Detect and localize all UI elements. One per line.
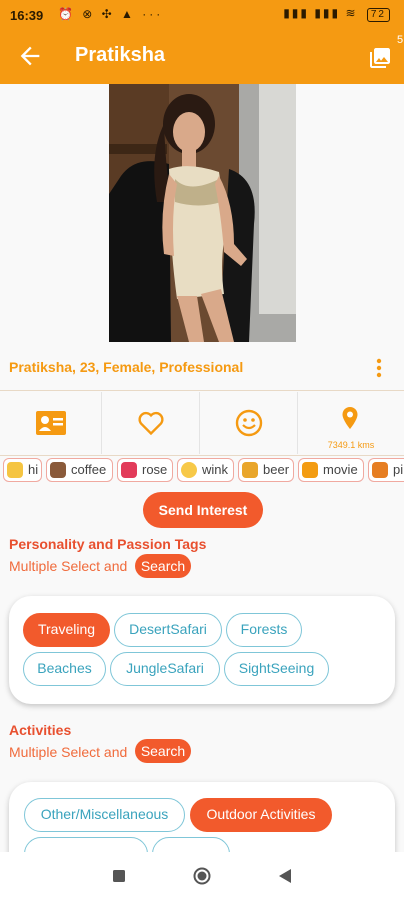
- tag-sightseeing[interactable]: SightSeeing: [224, 652, 329, 686]
- reaction-chip-wink[interactable]: wink: [177, 458, 234, 482]
- send-interest-button[interactable]: Send Interest: [143, 492, 263, 528]
- reaction-chip-label: movie: [323, 462, 358, 477]
- movie-icon: [302, 462, 318, 478]
- tag-desertsafari[interactable]: DesertSafari: [114, 613, 222, 647]
- contact-card-icon: [36, 411, 66, 435]
- reaction-chip-hi[interactable]: hi: [3, 458, 42, 482]
- reaction-chip-pizza[interactable]: pi: [368, 458, 404, 482]
- divider: [0, 390, 404, 391]
- status-bar: 16:39 ⏰ ⊗ ✣ ▲ ··· ▮▮▮ ▮▮▮ ≋ 72: [0, 0, 404, 30]
- profile-photo-image: [109, 84, 296, 342]
- more-options-icon[interactable]: [370, 357, 388, 379]
- recent-apps-icon[interactable]: [113, 870, 125, 882]
- contact-card-button[interactable]: [0, 392, 102, 454]
- beer-icon: [242, 462, 258, 478]
- signal-wifi-icons: ▮▮▮ ▮▮▮ ≋ 72: [283, 6, 390, 22]
- coffee-icon: [50, 462, 66, 478]
- activities-search-button[interactable]: Search: [135, 739, 191, 763]
- activities-section-subtitle: Multiple Select and: [9, 744, 128, 760]
- smile-button[interactable]: [200, 392, 298, 454]
- location-pin-icon: [342, 407, 358, 429]
- waving-hand-icon: [7, 462, 23, 478]
- tag-forests[interactable]: Forests: [226, 613, 302, 647]
- battery-icon: 72: [366, 8, 390, 22]
- profile-name-row: Pratiksha, 23, Female, Professional: [0, 352, 404, 382]
- personality-section-title: Personality and Passion Tags: [9, 536, 207, 552]
- pizza-icon: [372, 462, 388, 478]
- reaction-chip-rose[interactable]: rose: [117, 458, 173, 482]
- photo-library-icon[interactable]: [368, 46, 392, 70]
- tag-junglesafari[interactable]: JungleSafari: [110, 652, 220, 686]
- reaction-chip-label: wink: [202, 462, 229, 477]
- system-nav-bar: [0, 852, 404, 900]
- reaction-chip-label: coffee: [71, 462, 107, 477]
- wink-face-icon: [181, 462, 197, 478]
- tag-beaches[interactable]: Beaches: [23, 652, 106, 686]
- personality-tags-card: Traveling DesertSafari Forests Beaches J…: [9, 596, 395, 704]
- reaction-chip-label: pi: [393, 462, 404, 477]
- profile-action-row: 7349.1 kms: [0, 392, 404, 454]
- rose-icon: [121, 462, 137, 478]
- tag-outdoor-activities[interactable]: Outdoor Activities: [190, 798, 332, 832]
- profile-name-line: Pratiksha, 23, Female, Professional: [9, 359, 244, 375]
- status-time: 16:39: [10, 8, 44, 23]
- personality-search-button[interactable]: Search: [135, 554, 191, 578]
- notification-icons: ⏰ ⊗ ✣ ▲ ···: [58, 7, 164, 21]
- quick-reaction-row: hi coffee rose wink beer movie pi: [0, 458, 404, 486]
- like-button[interactable]: [102, 392, 200, 454]
- reaction-chip-label: rose: [142, 462, 168, 477]
- smiley-face-icon: [235, 409, 263, 437]
- home-icon[interactable]: [193, 867, 211, 885]
- personality-section-subtitle: Multiple Select and: [9, 558, 128, 574]
- reaction-chip-coffee[interactable]: coffee: [46, 458, 113, 482]
- location-button[interactable]: 7349.1 kms: [298, 392, 404, 454]
- reaction-chip-movie[interactable]: movie: [298, 458, 364, 482]
- tag-other-miscellaneous[interactable]: Other/Miscellaneous: [24, 798, 185, 832]
- reaction-chip-beer[interactable]: beer: [238, 458, 294, 482]
- back-arrow-icon[interactable]: [16, 42, 44, 70]
- distance-label: 7349.1 kms: [327, 440, 375, 450]
- profile-photo[interactable]: [109, 84, 296, 342]
- page-title: Pratiksha: [75, 44, 166, 66]
- tag-traveling[interactable]: Traveling: [23, 613, 110, 647]
- divider: [0, 455, 404, 456]
- heart-icon: [138, 411, 164, 436]
- back-triangle-icon[interactable]: [279, 869, 291, 883]
- reaction-chip-label: hi: [28, 462, 39, 477]
- reaction-chip-label: beer: [263, 462, 290, 477]
- photo-count-badge: 5: [397, 34, 404, 46]
- app-bar: Pratiksha 5: [0, 30, 404, 84]
- signal-icon: ▮▮▮ ▮▮▮ ≋: [283, 6, 358, 20]
- activities-section-title: Activities: [9, 722, 72, 738]
